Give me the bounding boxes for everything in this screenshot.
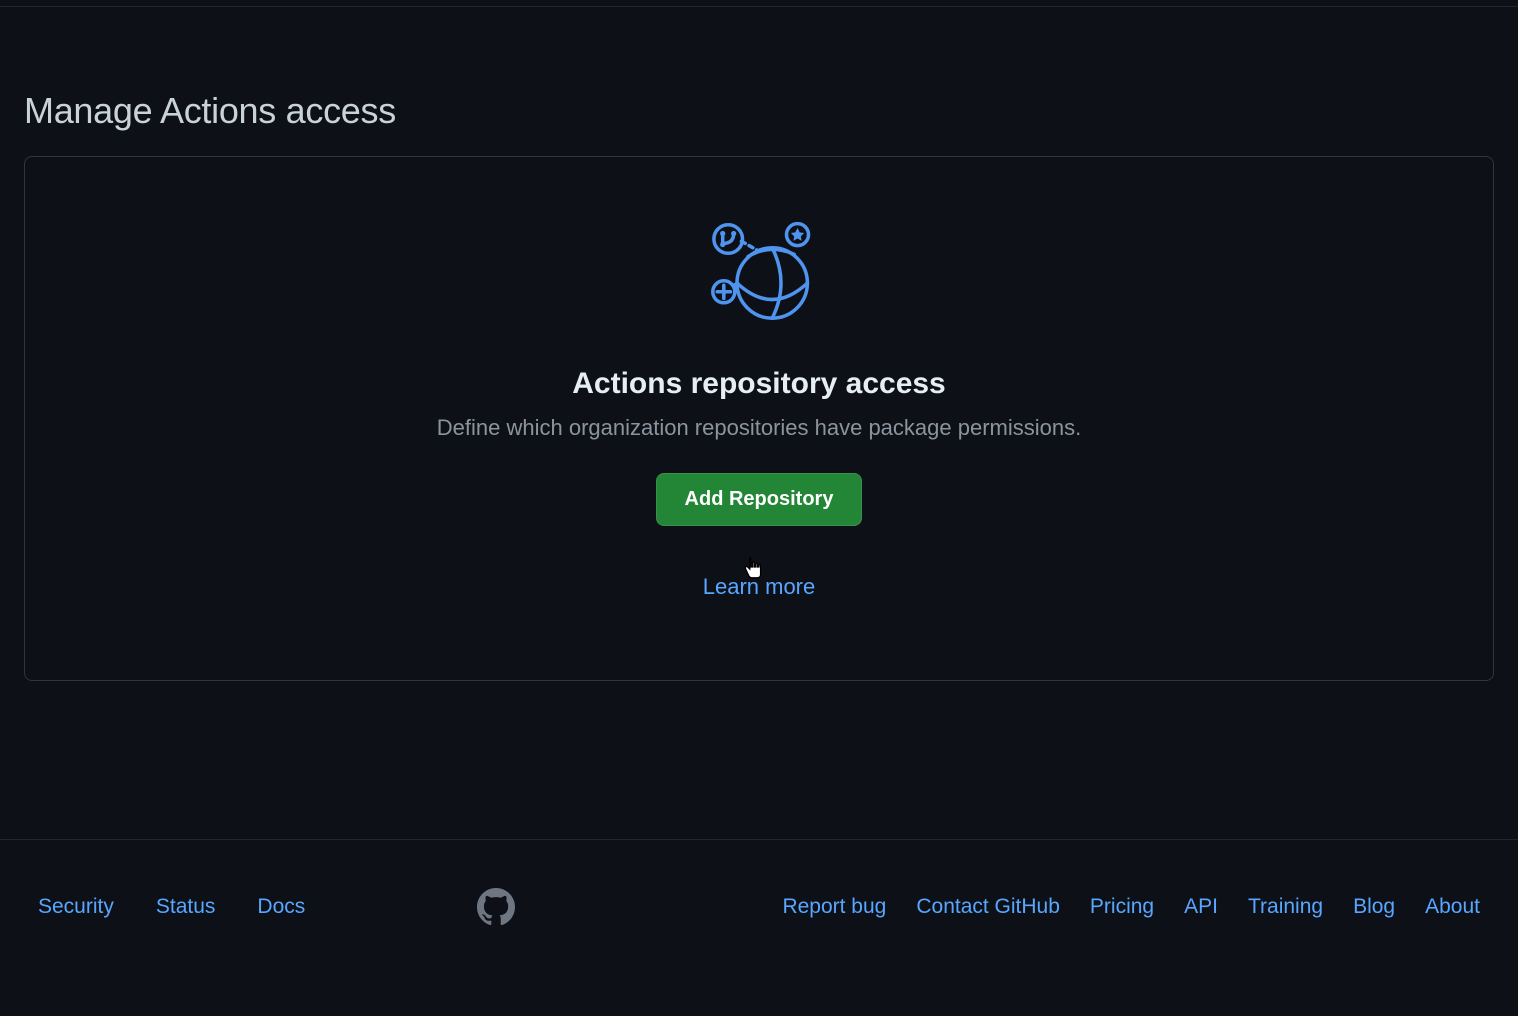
top-divider (0, 6, 1518, 7)
footer-link-report-bug[interactable]: Report bug (782, 895, 886, 919)
footer-left-links: Security Status Docs (38, 888, 515, 926)
panel-description: Define which organization repositories h… (437, 415, 1081, 441)
add-repository-button[interactable]: Add Repository (656, 473, 863, 526)
footer-link-contact[interactable]: Contact GitHub (916, 895, 1060, 919)
footer-link-about[interactable]: About (1425, 895, 1480, 919)
panel-heading: Actions repository access (572, 367, 946, 401)
actions-access-panel: Actions repository access Define which o… (24, 156, 1494, 681)
page-title: Manage Actions access (24, 90, 1494, 132)
learn-more-link[interactable]: Learn more (703, 574, 816, 600)
footer-link-blog[interactable]: Blog (1353, 895, 1395, 919)
footer-link-security[interactable]: Security (38, 895, 114, 919)
github-mark-icon (477, 888, 515, 926)
footer-link-training[interactable]: Training (1248, 895, 1323, 919)
footer-link-pricing[interactable]: Pricing (1090, 895, 1154, 919)
main-content: Manage Actions access (0, 0, 1518, 681)
site-footer: Security Status Docs Report bug Contact … (0, 839, 1518, 1016)
footer-link-status[interactable]: Status (156, 895, 216, 919)
footer-right-links: Report bug Contact GitHub Pricing API Tr… (782, 895, 1480, 919)
globe-network-icon (704, 217, 814, 327)
footer-link-docs[interactable]: Docs (257, 895, 305, 919)
footer-link-api[interactable]: API (1184, 895, 1218, 919)
